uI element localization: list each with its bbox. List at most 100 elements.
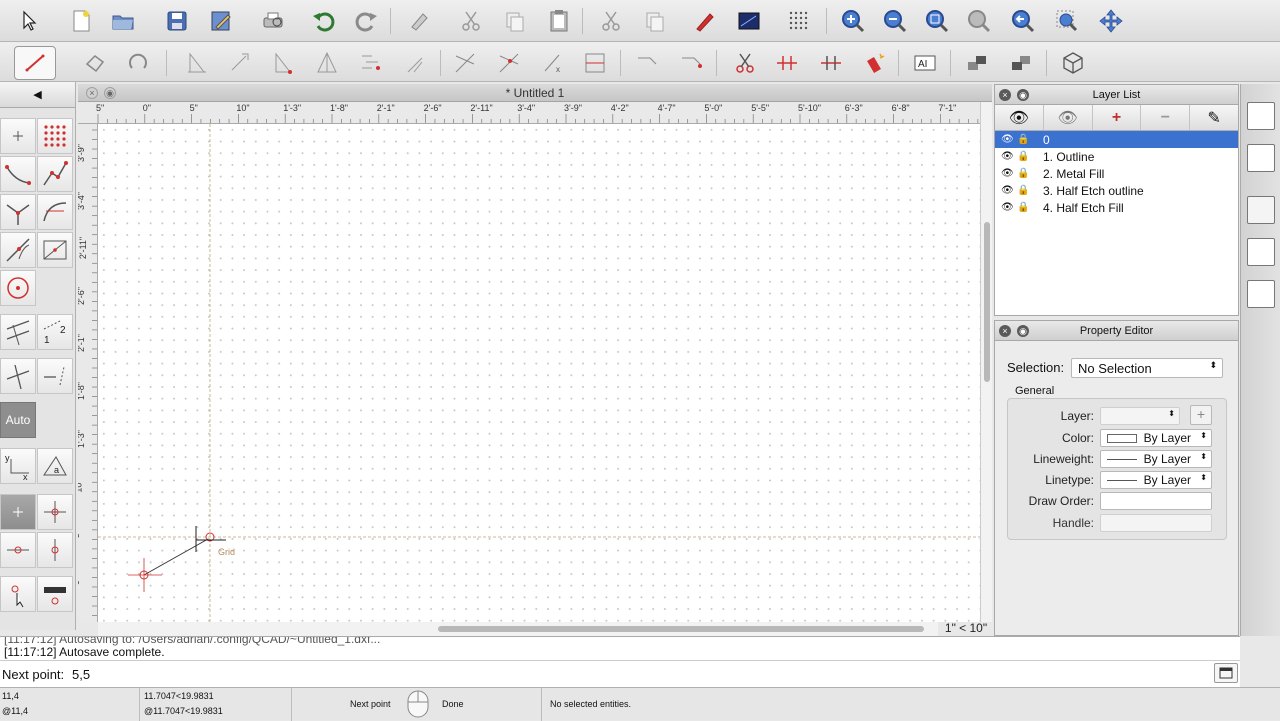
document-tab[interactable]: × ◉ * Untitled 1 xyxy=(78,84,992,102)
zoom-out-icon[interactable] xyxy=(880,6,910,36)
snap-perpendicular-icon[interactable] xyxy=(494,48,524,78)
add-layer-icon[interactable]: + xyxy=(1093,105,1142,130)
spline-tool-icon[interactable] xyxy=(37,156,73,192)
show-all-layers-icon[interactable]: 👁 xyxy=(995,105,1044,130)
layer-row[interactable]: 👁 🔒 1. Outline xyxy=(995,148,1238,165)
horizontal-scrollbar[interactable] xyxy=(98,622,938,636)
eye-icon[interactable]: 👁 xyxy=(1001,168,1015,179)
remove-layer-icon[interactable]: − xyxy=(1141,105,1191,130)
property-value-field[interactable]: By Layer ⬍ xyxy=(1100,471,1212,489)
order-front-icon[interactable] xyxy=(962,48,992,78)
eraser-icon[interactable] xyxy=(404,6,434,36)
edit-layer-icon[interactable]: ✎ xyxy=(1190,105,1238,130)
grid-icon[interactable] xyxy=(784,6,814,36)
snap-vertical-icon[interactable] xyxy=(37,532,73,568)
property-value-field[interactable] xyxy=(1100,514,1212,532)
cut-icon[interactable] xyxy=(456,6,486,36)
snap-endpoint-icon[interactable] xyxy=(268,48,298,78)
eye-icon[interactable]: 👁 xyxy=(1001,151,1015,162)
explode-icon[interactable] xyxy=(860,48,890,78)
crosshair-tool-icon[interactable] xyxy=(0,494,36,530)
copy-icon[interactable] xyxy=(500,6,530,36)
zoom-previous-icon[interactable] xyxy=(1008,6,1038,36)
polyline-icon[interactable] xyxy=(80,48,110,78)
property-editor-dock-icon[interactable] xyxy=(1247,238,1275,266)
restriction-vertical-icon[interactable] xyxy=(676,48,706,78)
line-tool-icon[interactable] xyxy=(14,46,56,80)
dimension-tool-icon[interactable] xyxy=(0,314,36,350)
curve-tool-icon[interactable] xyxy=(0,156,36,192)
snap-pointer-icon[interactable] xyxy=(0,576,36,612)
layer-row[interactable]: 👁 🔒 0 xyxy=(995,131,1238,148)
snap-intersection-icon[interactable] xyxy=(450,48,480,78)
image-icon[interactable] xyxy=(734,6,764,36)
new-document-icon[interactable] xyxy=(66,6,96,36)
rectangle-tool-icon[interactable] xyxy=(37,232,73,268)
copy-reference-icon[interactable] xyxy=(640,6,670,36)
point-tool-icon[interactable] xyxy=(0,118,36,154)
rotate-icon[interactable] xyxy=(124,48,154,78)
add-layer-property-icon[interactable]: + xyxy=(1190,405,1212,425)
move-view-icon[interactable] xyxy=(1096,6,1126,36)
library-browser-icon[interactable] xyxy=(1247,144,1275,172)
undo-icon[interactable] xyxy=(308,6,338,36)
numbering-tool-icon[interactable]: 12 xyxy=(37,314,73,350)
paste-icon[interactable] xyxy=(544,6,574,36)
angle-tool-icon[interactable] xyxy=(0,358,36,394)
snap-distance-icon[interactable]: x xyxy=(538,48,568,78)
snap-center-icon[interactable] xyxy=(356,48,386,78)
snap-reference-icon[interactable] xyxy=(400,48,430,78)
block-3d-icon[interactable] xyxy=(1058,48,1088,78)
pen-icon[interactable] xyxy=(690,6,720,36)
restriction-horizontal-icon[interactable] xyxy=(632,48,662,78)
close-panel-icon[interactable]: × xyxy=(999,325,1011,337)
horizontal-scroll-thumb[interactable] xyxy=(438,626,924,632)
close-doc-icon[interactable]: × xyxy=(86,87,98,99)
lock-icon[interactable]: 🔒 xyxy=(1017,185,1031,196)
command-line[interactable]: Next point: 5,5 xyxy=(0,660,1240,687)
redo-icon[interactable] xyxy=(352,6,382,36)
zoom-auto-icon[interactable] xyxy=(922,6,952,36)
print-preview-icon[interactable] xyxy=(258,6,288,36)
drawing-canvas[interactable]: Grid xyxy=(98,124,980,622)
ortho-tool-icon[interactable] xyxy=(37,358,73,394)
text-icon[interactable]: AI xyxy=(910,48,940,78)
edit-icon[interactable] xyxy=(206,6,236,36)
circle-tool-icon[interactable] xyxy=(0,270,36,306)
hide-all-layers-icon[interactable]: 👁 xyxy=(1044,105,1093,130)
coordinate-tool-icon[interactable]: yx xyxy=(0,448,36,484)
zoom-pan-icon[interactable] xyxy=(964,6,994,36)
command-input[interactable]: 5,5 xyxy=(72,667,90,682)
snap-auto-icon[interactable] xyxy=(580,48,610,78)
cut-reference-icon[interactable] xyxy=(596,6,626,36)
command-line-dock-icon[interactable] xyxy=(1247,280,1275,308)
eye-icon[interactable]: 👁 xyxy=(1001,185,1015,196)
detach-doc-icon[interactable]: ◉ xyxy=(104,87,116,99)
command-window-icon[interactable] xyxy=(1214,663,1238,683)
order-back-icon[interactable] xyxy=(1006,48,1036,78)
snap-grid-icon[interactable] xyxy=(224,48,254,78)
bisector-tool-icon[interactable] xyxy=(0,194,36,230)
break-icon[interactable] xyxy=(816,48,846,78)
grid-points-icon[interactable] xyxy=(37,118,73,154)
eye-icon[interactable]: 👁 xyxy=(1001,134,1015,145)
float-panel-icon[interactable]: ◉ xyxy=(1017,89,1029,101)
snap-cross-icon[interactable] xyxy=(37,494,73,530)
float-panel-icon[interactable]: ◉ xyxy=(1017,325,1029,337)
tools-back-button[interactable]: ◀ xyxy=(0,82,75,108)
auto-button[interactable]: Auto xyxy=(0,402,36,438)
property-value-field[interactable] xyxy=(1100,492,1212,510)
lock-icon[interactable]: 🔒 xyxy=(1017,168,1031,179)
select-arrow-icon[interactable] xyxy=(14,6,44,36)
open-folder-icon[interactable] xyxy=(108,6,138,36)
zoom-in-icon[interactable] xyxy=(838,6,868,36)
snap-horizontal-icon[interactable] xyxy=(0,532,36,568)
vertical-scroll-thumb[interactable] xyxy=(984,222,990,382)
snap-free-icon[interactable] xyxy=(182,48,212,78)
selection-dropdown[interactable]: No Selection ⬍ xyxy=(1071,358,1223,378)
save-icon[interactable] xyxy=(162,6,192,36)
snap-key-icon[interactable] xyxy=(37,576,73,612)
parallel-tool-icon[interactable] xyxy=(0,232,36,268)
lock-icon[interactable]: 🔒 xyxy=(1017,151,1031,162)
property-value-field[interactable]: By Layer ⬍ xyxy=(1100,429,1212,447)
